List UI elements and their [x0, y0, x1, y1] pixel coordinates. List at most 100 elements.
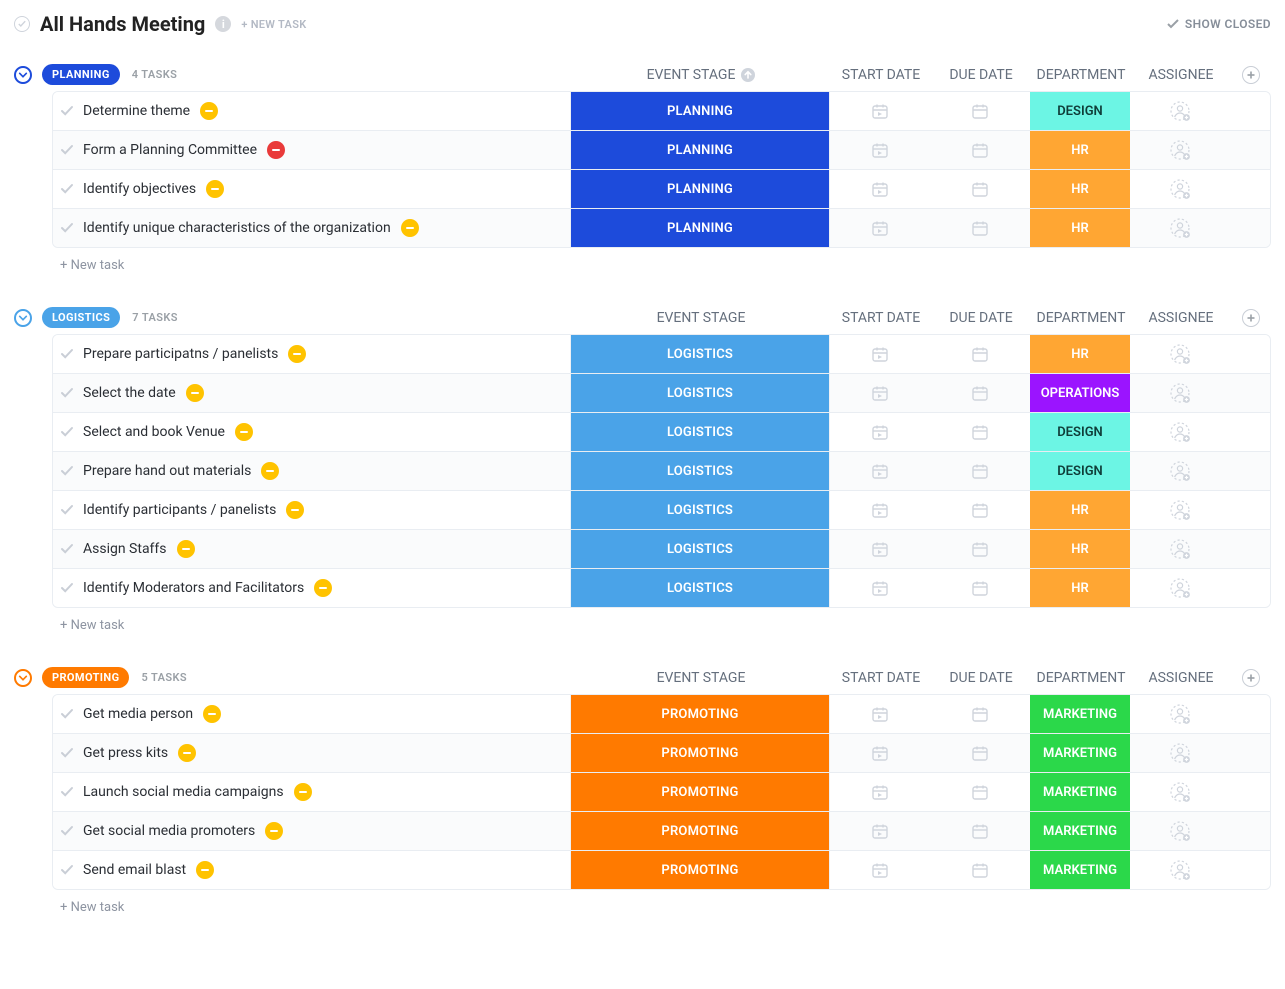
- col-due-date[interactable]: DUE DATE: [931, 670, 1031, 686]
- task-row[interactable]: Select the date LOGISTICS OPERATIONS: [53, 373, 1270, 412]
- event-stage-cell[interactable]: LOGISTICS: [570, 569, 830, 607]
- event-stage-cell[interactable]: PLANNING: [570, 209, 830, 247]
- event-stage-cell[interactable]: LOGISTICS: [570, 491, 830, 529]
- priority-icon[interactable]: [286, 501, 304, 519]
- due-date-cell[interactable]: [930, 384, 1030, 402]
- task-row[interactable]: Select and book Venue LOGISTICS DESIGN: [53, 412, 1270, 451]
- assignee-cell[interactable]: [1130, 538, 1230, 560]
- info-icon[interactable]: i: [215, 16, 231, 32]
- event-stage-cell[interactable]: PROMOTING: [570, 695, 830, 733]
- due-date-cell[interactable]: [930, 102, 1030, 120]
- group-pill[interactable]: PROMOTING: [42, 667, 129, 688]
- department-cell[interactable]: HR: [1030, 491, 1130, 529]
- priority-icon[interactable]: [203, 705, 221, 723]
- department-cell[interactable]: HR: [1030, 170, 1130, 208]
- due-date-cell[interactable]: [930, 219, 1030, 237]
- collapse-toggle[interactable]: [14, 66, 32, 84]
- task-row[interactable]: Form a Planning Committee PLANNING HR: [53, 130, 1270, 169]
- complete-checkbox[interactable]: [53, 221, 81, 235]
- event-stage-cell[interactable]: LOGISTICS: [570, 413, 830, 451]
- col-event-stage[interactable]: EVENT STAGE: [571, 310, 831, 326]
- task-row[interactable]: Identify Moderators and Facilitators LOG…: [53, 568, 1270, 607]
- start-date-cell[interactable]: [830, 462, 930, 480]
- task-name-cell[interactable]: Get media person: [81, 705, 570, 723]
- complete-checkbox[interactable]: [53, 386, 81, 400]
- department-cell[interactable]: OPERATIONS: [1030, 374, 1130, 412]
- department-cell[interactable]: DESIGN: [1030, 92, 1130, 130]
- col-department[interactable]: DEPARTMENT: [1031, 67, 1131, 83]
- start-date-cell[interactable]: [830, 579, 930, 597]
- start-date-cell[interactable]: [830, 822, 930, 840]
- due-date-cell[interactable]: [930, 141, 1030, 159]
- department-cell[interactable]: HR: [1030, 530, 1130, 568]
- priority-icon[interactable]: [200, 102, 218, 120]
- complete-checkbox[interactable]: [53, 182, 81, 196]
- col-start-date[interactable]: START DATE: [831, 67, 931, 83]
- assignee-cell[interactable]: [1130, 343, 1230, 365]
- complete-checkbox[interactable]: [53, 104, 81, 118]
- assignee-cell[interactable]: [1130, 421, 1230, 443]
- task-name-cell[interactable]: Get social media promoters: [81, 822, 570, 840]
- due-date-cell[interactable]: [930, 579, 1030, 597]
- assignee-cell[interactable]: [1130, 460, 1230, 482]
- collapse-toggle[interactable]: [14, 669, 32, 687]
- priority-icon[interactable]: [265, 822, 283, 840]
- assignee-cell[interactable]: [1130, 139, 1230, 161]
- add-column-button[interactable]: [1242, 669, 1260, 687]
- complete-checkbox[interactable]: [53, 542, 81, 556]
- priority-icon[interactable]: [267, 141, 285, 159]
- assignee-cell[interactable]: [1130, 217, 1230, 239]
- complete-checkbox[interactable]: [53, 707, 81, 721]
- event-stage-cell[interactable]: PROMOTING: [570, 734, 830, 772]
- start-date-cell[interactable]: [830, 501, 930, 519]
- due-date-cell[interactable]: [930, 423, 1030, 441]
- priority-icon[interactable]: [206, 180, 224, 198]
- group-pill[interactable]: PLANNING: [42, 64, 120, 85]
- event-stage-cell[interactable]: PLANNING: [570, 170, 830, 208]
- due-date-cell[interactable]: [930, 861, 1030, 879]
- due-date-cell[interactable]: [930, 822, 1030, 840]
- priority-icon[interactable]: [178, 744, 196, 762]
- priority-icon[interactable]: [314, 579, 332, 597]
- task-name-cell[interactable]: Identify unique characteristics of the o…: [81, 219, 570, 237]
- task-name-cell[interactable]: Prepare participatns / panelists: [81, 345, 570, 363]
- task-row[interactable]: Prepare hand out materials LOGISTICS DES…: [53, 451, 1270, 490]
- task-name-cell[interactable]: Determine theme: [81, 102, 570, 120]
- col-event-stage[interactable]: EVENT STAGE: [571, 67, 831, 83]
- task-row[interactable]: Send email blast PROMOTING MARKETING: [53, 850, 1270, 889]
- task-row[interactable]: Assign Staffs LOGISTICS HR: [53, 529, 1270, 568]
- assignee-cell[interactable]: [1130, 742, 1230, 764]
- priority-icon[interactable]: [235, 423, 253, 441]
- event-stage-cell[interactable]: PROMOTING: [570, 773, 830, 811]
- task-name-cell[interactable]: Select and book Venue: [81, 423, 570, 441]
- new-task-row[interactable]: + New task: [14, 890, 1271, 915]
- task-row[interactable]: Get press kits PROMOTING MARKETING: [53, 733, 1270, 772]
- assignee-cell[interactable]: [1130, 382, 1230, 404]
- department-cell[interactable]: MARKETING: [1030, 773, 1130, 811]
- task-name-cell[interactable]: Select the date: [81, 384, 570, 402]
- start-date-cell[interactable]: [830, 540, 930, 558]
- task-name-cell[interactable]: Identify objectives: [81, 180, 570, 198]
- department-cell[interactable]: DESIGN: [1030, 413, 1130, 451]
- start-date-cell[interactable]: [830, 219, 930, 237]
- event-stage-cell[interactable]: LOGISTICS: [570, 452, 830, 490]
- col-department[interactable]: DEPARTMENT: [1031, 310, 1131, 326]
- col-start-date[interactable]: START DATE: [831, 310, 931, 326]
- department-cell[interactable]: HR: [1030, 335, 1130, 373]
- complete-checkbox[interactable]: [53, 824, 81, 838]
- priority-icon[interactable]: [288, 345, 306, 363]
- event-stage-cell[interactable]: LOGISTICS: [570, 530, 830, 568]
- task-name-cell[interactable]: Prepare hand out materials: [81, 462, 570, 480]
- assignee-cell[interactable]: [1130, 100, 1230, 122]
- event-stage-cell[interactable]: PROMOTING: [570, 851, 830, 889]
- task-row[interactable]: Get social media promoters PROMOTING MAR…: [53, 811, 1270, 850]
- assignee-cell[interactable]: [1130, 859, 1230, 881]
- due-date-cell[interactable]: [930, 744, 1030, 762]
- task-name-cell[interactable]: Form a Planning Committee: [81, 141, 570, 159]
- complete-checkbox[interactable]: [53, 581, 81, 595]
- task-name-cell[interactable]: Get press kits: [81, 744, 570, 762]
- new-task-row[interactable]: + New task: [14, 248, 1271, 273]
- start-date-cell[interactable]: [830, 345, 930, 363]
- due-date-cell[interactable]: [930, 501, 1030, 519]
- task-name-cell[interactable]: Launch social media campaigns: [81, 783, 570, 801]
